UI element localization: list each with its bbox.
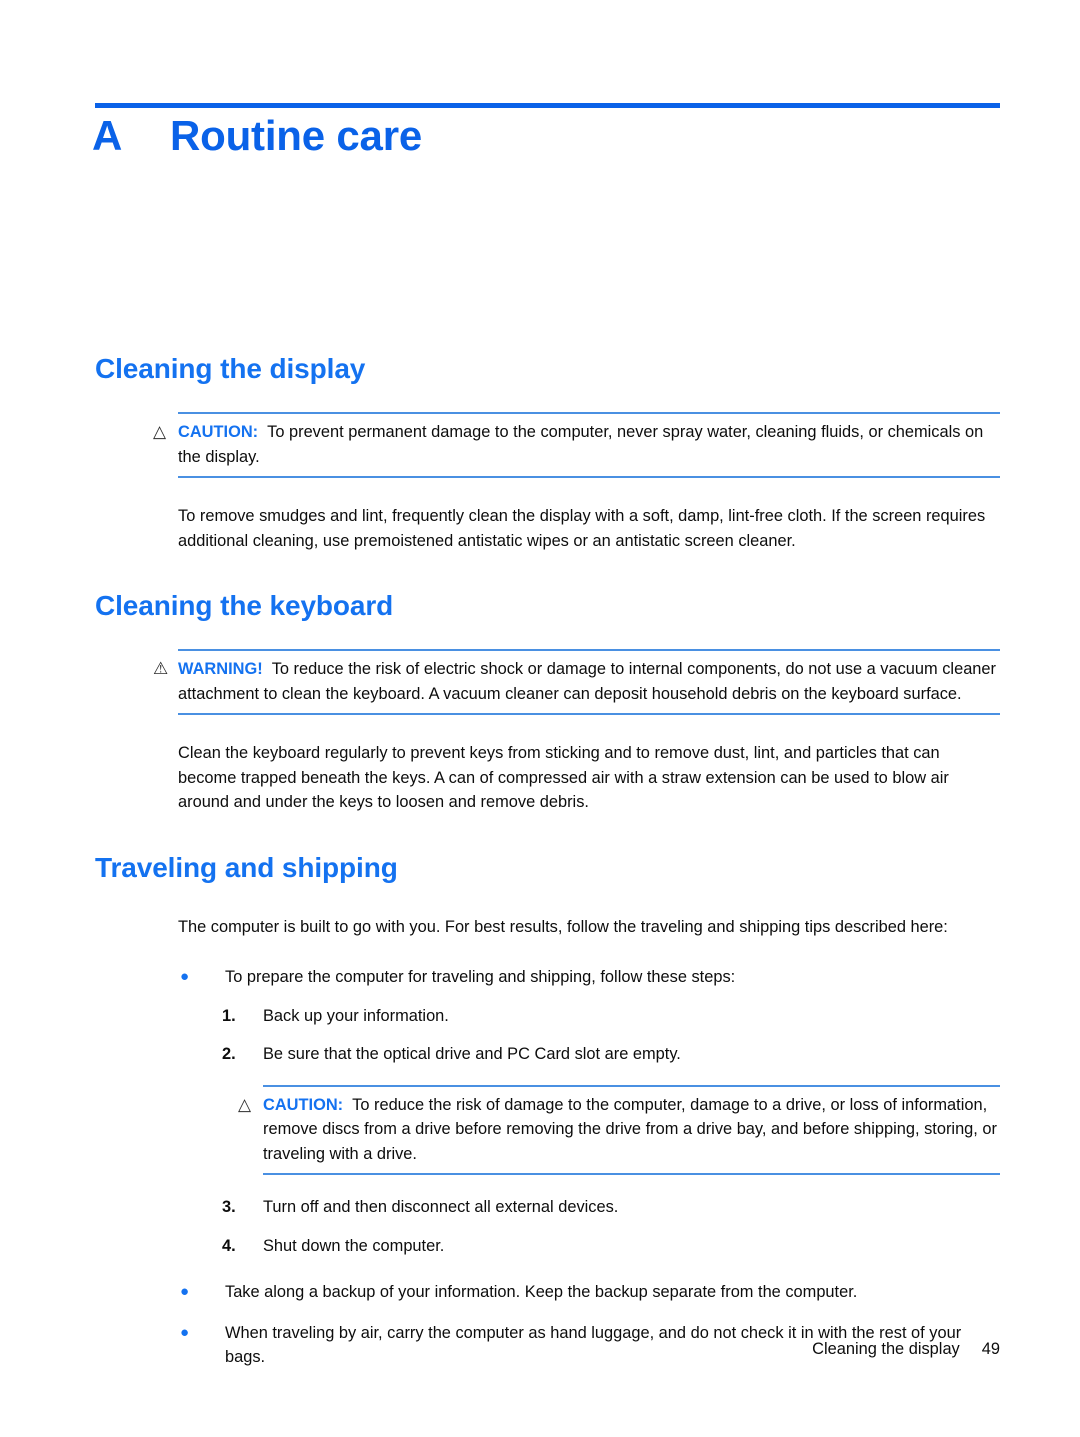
page-content: Cleaning the display △ CAUTION: To preven… [0, 352, 1080, 1370]
heading-cleaning-the-display: Cleaning the display [95, 353, 366, 384]
traveling-step-list-part1: 1. Back up your information. 2. Be sure … [0, 1004, 1080, 1067]
chapter-title: A Routine care [92, 112, 422, 160]
caution-note-display-body: CAUTION: To prevent permanent damage to t… [178, 420, 1000, 469]
bullet-marker-icon: ● [180, 968, 190, 985]
document-page: A Routine care Cleaning the display △ CAU… [0, 0, 1080, 1437]
footer-page-number: 49 [981, 1340, 1000, 1358]
caution-note-display-text: To prevent permanent damage to the compu… [178, 423, 984, 466]
caution-note-traveling: △ CAUTION: To reduce the risk of damage t… [238, 1084, 1000, 1175]
paragraph-cleaning-the-keyboard: Clean the keyboard regularly to prevent … [178, 744, 949, 811]
caution-label: CAUTION: [263, 1095, 344, 1114]
chapter-letter: A [92, 112, 123, 159]
heading-cleaning-the-keyboard: Cleaning the keyboard [95, 590, 394, 621]
list-item: 3. Turn off and then disconnect all exte… [0, 1195, 1080, 1220]
traveling-step-list-part2: 3. Turn off and then disconnect all exte… [0, 1195, 1080, 1258]
paragraph-cleaning-the-display: To remove smudges and lint, frequently c… [178, 507, 986, 550]
chapter-title-text: Routine care [170, 112, 422, 159]
list-item-text: Take along a backup of your information.… [225, 1283, 858, 1301]
list-item: ● To prepare the computer for traveling … [0, 965, 1080, 990]
caution-note-display: △ CAUTION: To prevent permanent damage to… [153, 412, 1000, 478]
step-marker: 1. [222, 1006, 236, 1025]
warning-note-keyboard-body: WARNING! To reduce the risk of electric s… [178, 657, 1000, 706]
list-item-text: Shut down the computer. [263, 1236, 445, 1255]
caution-triangle-icon: △ [238, 1094, 252, 1114]
caution-label: CAUTION: [178, 423, 259, 441]
step-marker: 2. [222, 1045, 236, 1063]
warning-label: WARNING! [178, 660, 263, 678]
warning-note-keyboard-text: To reduce the risk of electric shock or … [178, 660, 996, 703]
caution-note-traveling-body: CAUTION: To reduce the risk of damage to … [263, 1093, 1000, 1167]
list-item-text: Be sure that the optical drive and PC Ca… [263, 1045, 681, 1063]
list-item: 1. Back up your information. [0, 1004, 1080, 1029]
caution-triangle-icon: △ [153, 422, 167, 441]
bullet-marker-icon: ● [180, 1283, 190, 1300]
step-marker: 3. [222, 1198, 236, 1216]
traveling-bullet-list-top: ● To prepare the computer for traveling … [0, 965, 1080, 990]
warning-note-keyboard: ⚠ WARNING! To reduce the risk of electric… [153, 649, 1000, 715]
list-item-text: Back up your information. [263, 1006, 449, 1025]
list-item: 4. Shut down the computer. [0, 1234, 1080, 1259]
caution-note-traveling-text: To reduce the risk of damage to the comp… [263, 1095, 997, 1163]
chapter-rule [95, 103, 1000, 108]
warning-triangle-icon: ⚠ [153, 659, 169, 678]
list-item-text: To prepare the computer for traveling an… [225, 968, 736, 986]
step-marker: 4. [222, 1236, 236, 1255]
list-item: 2. Be sure that the optical drive and PC… [0, 1042, 1080, 1067]
list-item: ● Take along a backup of your informatio… [0, 1280, 1080, 1305]
page-footer: Cleaning the display 49 [0, 1340, 1000, 1359]
heading-traveling-and-shipping: Traveling and shipping [95, 851, 398, 883]
paragraph-traveling-intro: The computer is built to go with you. Fo… [178, 917, 948, 936]
list-item-text: Turn off and then disconnect all externa… [263, 1198, 619, 1216]
footer-running-head: Cleaning the display [812, 1340, 960, 1358]
